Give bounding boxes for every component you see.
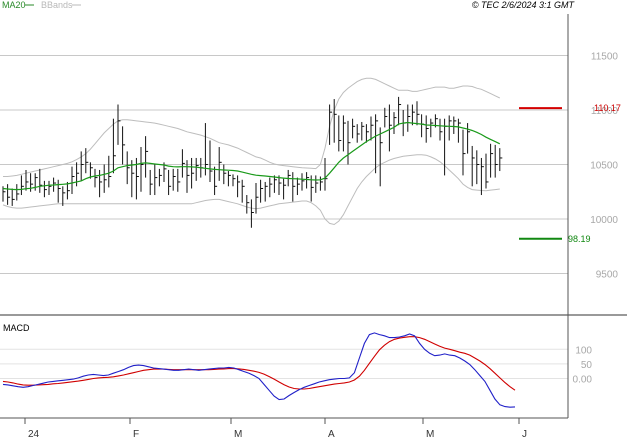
macd-line [2, 332, 516, 408]
chart-svg: MA20 BBands © TEC 2/6/2024 3:1 GMT 9500 1… [0, 0, 627, 440]
macd-tick-label: 0.00 [573, 375, 593, 386]
support-label: 98.19 [568, 234, 591, 244]
x-tick-label: M [234, 429, 242, 440]
timestamp-label: © TEC 2/6/2024 3:1 GMT [472, 0, 576, 10]
x-tick-label: F [133, 429, 139, 440]
x-axis: 24 F M A M J [24, 418, 527, 440]
price-tick-label: 10500 [590, 161, 618, 172]
x-tick-label: J [522, 429, 527, 440]
resistance-label: 110.17 [594, 103, 621, 113]
price-tick-label: 10000 [590, 215, 618, 226]
x-tick-label: 24 [28, 429, 40, 440]
macd-panel-title: MACD [3, 323, 30, 333]
price-tick-label: 11500 [591, 51, 619, 62]
ma20-legend-label: MA20 [2, 0, 26, 10]
macd-tick-label: 100 [575, 345, 592, 356]
x-tick-label: M [426, 429, 434, 440]
price-tick-label: 9500 [596, 270, 619, 281]
bbands-legend-label: BBands [41, 0, 73, 10]
macd-gridlines [0, 348, 568, 380]
macd-lines [2, 332, 516, 408]
x-tick-label: A [328, 429, 335, 440]
macd-tick-label: 50 [581, 360, 593, 371]
